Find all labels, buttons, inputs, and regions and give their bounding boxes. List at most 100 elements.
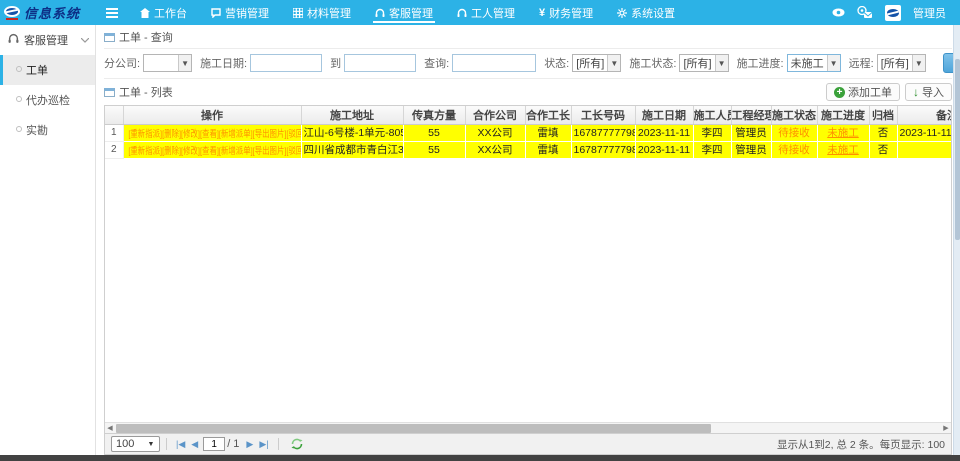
page-size-select[interactable]: 100 ▼ bbox=[111, 436, 160, 452]
reassign-link[interactable]: [重新指派] bbox=[128, 129, 162, 140]
nav-item-workbench[interactable]: 工作台 bbox=[128, 0, 199, 25]
col-progress[interactable]: 施工进度 bbox=[817, 106, 869, 124]
col-date[interactable]: 施工日期 bbox=[635, 106, 693, 124]
visibility-icon[interactable] bbox=[832, 8, 845, 17]
hscroll-thumb[interactable] bbox=[116, 424, 711, 433]
sidebar-group-customer-service[interactable]: 客服管理 bbox=[0, 25, 95, 55]
refresh-icon[interactable] bbox=[291, 438, 303, 450]
progress-link[interactable]: 未施工 bbox=[827, 127, 859, 139]
nav-item-customer-service[interactable]: 客服管理 bbox=[363, 0, 445, 25]
col-phone[interactable]: 工长号码 bbox=[571, 106, 635, 124]
page-size-value: 100 bbox=[112, 438, 146, 450]
progress-link[interactable]: 未施工 bbox=[827, 144, 859, 156]
edit-link[interactable]: [修改] bbox=[181, 146, 200, 157]
plus-icon: + bbox=[834, 87, 845, 98]
remote-select[interactable]: [所有] ▼ bbox=[877, 54, 926, 72]
scroll-right-icon[interactable]: ▶ bbox=[941, 424, 951, 433]
scroll-left-icon[interactable]: ◀ bbox=[105, 424, 115, 433]
date-from-input[interactable] bbox=[250, 54, 322, 72]
list-panel-title: 工单 - 列表 + 添加工单 ↓ 导入 bbox=[104, 79, 952, 105]
cell-phone: 16787777798 bbox=[571, 141, 635, 158]
date-label: 施工日期: bbox=[200, 55, 247, 71]
work-status-select[interactable]: [所有] ▼ bbox=[679, 54, 728, 72]
col-status[interactable]: 施工状态 bbox=[771, 106, 817, 124]
col-worker[interactable]: 施工人员 bbox=[693, 106, 731, 124]
reassign-link[interactable]: [重新指派] bbox=[128, 146, 162, 157]
new-dispatch-link[interactable]: [新增派单] bbox=[218, 146, 252, 157]
nav-item-materials[interactable]: 材料管理 bbox=[281, 0, 363, 25]
top-navigation: 工作台 营销管理 材料管理 客服管理 工人管理 ¥ 财务管理 bbox=[128, 0, 687, 25]
cell-volume: 55 bbox=[403, 124, 465, 141]
progress-select[interactable]: 未施工 ▼ bbox=[787, 54, 841, 72]
first-page-button[interactable]: |◀ bbox=[173, 439, 188, 450]
col-remark[interactable]: 备注 bbox=[897, 106, 951, 124]
nav-label: 财务管理 bbox=[549, 5, 593, 21]
cell-date: 2023-11-11 bbox=[635, 141, 693, 158]
table-row[interactable]: 1 [重新指派][删除][修改][查看][新增派单][导出图片][驳回] 江山-… bbox=[105, 124, 951, 141]
status-select-value: [所有] bbox=[573, 55, 607, 71]
sidebar-item-work-orders[interactable]: 工单 bbox=[0, 55, 95, 85]
delete-link[interactable]: [删除] bbox=[162, 146, 181, 157]
export-image-link[interactable]: [导出图片] bbox=[252, 129, 286, 140]
cell-remark bbox=[897, 141, 951, 158]
last-page-button[interactable]: ▶| bbox=[256, 439, 271, 450]
horizontal-scrollbar[interactable]: ◀ ▶ bbox=[105, 422, 951, 433]
user-avatar[interactable] bbox=[885, 5, 901, 21]
import-button[interactable]: ↓ 导入 bbox=[905, 83, 952, 101]
hamburger-menu-icon[interactable] bbox=[96, 0, 128, 25]
vertical-scrollbar[interactable] bbox=[953, 25, 960, 455]
message-notification-icon[interactable] bbox=[857, 6, 873, 19]
window-bottom-edge bbox=[0, 455, 960, 461]
status-select[interactable]: [所有] ▼ bbox=[572, 54, 621, 72]
sidebar-item-survey[interactable]: 实勘 bbox=[0, 115, 95, 145]
nav-item-finance[interactable]: ¥ 财务管理 bbox=[527, 0, 605, 25]
branch-select[interactable]: ▼ bbox=[143, 54, 192, 72]
status-label: 状态: bbox=[544, 55, 569, 71]
new-dispatch-link[interactable]: [新增派单] bbox=[218, 129, 252, 140]
delete-link[interactable]: [删除] bbox=[162, 129, 181, 140]
col-archived[interactable]: 归档 bbox=[869, 106, 897, 124]
sidebar-item-label: 实勘 bbox=[26, 125, 48, 137]
work-status-label: 施工状态: bbox=[629, 55, 676, 71]
status-badge: 待接收 bbox=[778, 127, 810, 139]
sidebar-item-pending-inspection[interactable]: 代办巡检 bbox=[0, 85, 95, 115]
nav-item-marketing[interactable]: 营销管理 bbox=[199, 0, 281, 25]
date-to-input[interactable] bbox=[344, 54, 416, 72]
pager-info-text: 显示从1到2, 总 2 条。每页显示: 100 bbox=[777, 437, 945, 452]
panel-icon bbox=[104, 33, 115, 42]
chevron-down-icon: ▼ bbox=[607, 55, 620, 71]
row-actions: [重新指派][删除][修改][查看][新增派单][导出图片][驳回] bbox=[123, 124, 301, 141]
reject-link[interactable]: [驳回] bbox=[286, 146, 301, 157]
edit-link[interactable]: [修改] bbox=[181, 129, 200, 140]
next-page-button[interactable]: ▶ bbox=[243, 439, 256, 450]
nav-label: 材料管理 bbox=[307, 5, 351, 21]
vscroll-thumb[interactable] bbox=[955, 59, 960, 240]
row-actions: [重新指派][删除][修改][查看][新增派单][导出图片][驳回] bbox=[123, 141, 301, 158]
keyword-input[interactable] bbox=[452, 54, 536, 72]
headset-icon bbox=[8, 33, 19, 47]
view-link[interactable]: [查看] bbox=[199, 129, 218, 140]
export-image-link[interactable]: [导出图片] bbox=[252, 146, 286, 157]
nav-item-settings[interactable]: 系统设置 bbox=[605, 0, 687, 25]
nav-label: 工人管理 bbox=[471, 5, 515, 21]
hscroll-track[interactable] bbox=[115, 424, 941, 433]
headset-icon bbox=[375, 8, 385, 18]
table-row[interactable]: 2 [重新指派][删除][修改][查看][新增派单][导出图片][驳回] 四川省… bbox=[105, 141, 951, 158]
prev-page-button[interactable]: ◀ bbox=[188, 439, 201, 450]
query-panel-title-text: 工单 - 查询 bbox=[119, 29, 173, 45]
cell-foreman: 雷填 bbox=[525, 141, 571, 158]
col-manager[interactable]: 工程经理 bbox=[731, 106, 771, 124]
col-volume[interactable]: 传真方量 bbox=[403, 106, 465, 124]
add-work-order-button[interactable]: + 添加工单 bbox=[826, 83, 900, 101]
nav-item-workers[interactable]: 工人管理 bbox=[445, 0, 527, 25]
col-address[interactable]: 施工地址 bbox=[301, 106, 403, 124]
col-actions[interactable]: 操作 bbox=[123, 106, 301, 124]
page-number-input[interactable] bbox=[203, 437, 225, 451]
col-foreman[interactable]: 合作工长 bbox=[525, 106, 571, 124]
col-company[interactable]: 合作公司 bbox=[465, 106, 525, 124]
cell-phone: 16787777798 bbox=[571, 124, 635, 141]
reject-link[interactable]: [驳回] bbox=[286, 129, 301, 140]
cell-remark: 2023-11-11：2023-11-11： bbox=[897, 124, 951, 141]
cell-company: XX公司 bbox=[465, 141, 525, 158]
view-link[interactable]: [查看] bbox=[199, 146, 218, 157]
